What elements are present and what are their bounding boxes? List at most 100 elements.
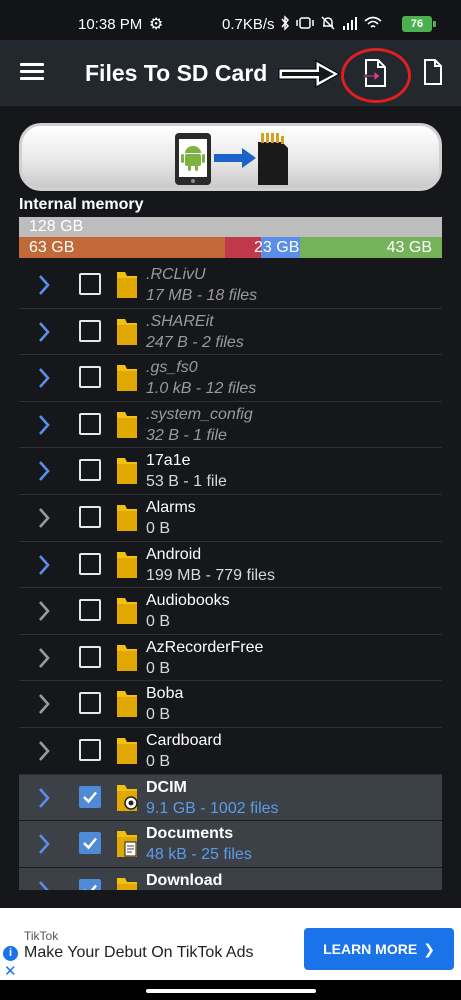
folder-name: Audiobooks bbox=[146, 592, 230, 610]
chevron-right-icon[interactable] bbox=[37, 274, 51, 296]
annotation-arrow-icon bbox=[278, 60, 341, 88]
folder-row[interactable]: AzRecorderFree 0 B bbox=[19, 635, 442, 682]
folder-row[interactable]: .system_config 32 B - 1 file bbox=[19, 402, 442, 449]
folder-name: .gs_fs0 bbox=[146, 359, 198, 377]
folder-meta: 0 B bbox=[146, 613, 171, 631]
memory-total-bar: 128 GB bbox=[19, 217, 442, 237]
folder-name: DCIM bbox=[146, 778, 187, 796]
chevron-right-icon[interactable] bbox=[37, 647, 51, 669]
select-checkbox[interactable] bbox=[79, 366, 101, 389]
chevron-right-icon[interactable] bbox=[37, 600, 51, 622]
folder-icon bbox=[117, 458, 137, 485]
folder-icon bbox=[117, 318, 137, 345]
folder-meta: 48 kB - 25 files bbox=[146, 846, 252, 864]
chevron-right-icon[interactable] bbox=[37, 507, 51, 529]
check-icon bbox=[83, 837, 97, 850]
chevron-right-icon[interactable] bbox=[37, 787, 51, 809]
folder-name: Cardboard bbox=[146, 731, 222, 749]
folder-name: Alarms bbox=[146, 498, 196, 516]
folder-row[interactable]: Boba 0 B bbox=[19, 681, 442, 728]
phone-to-sd-icon bbox=[175, 133, 288, 185]
chevron-right-icon[interactable] bbox=[37, 740, 51, 762]
select-checkbox[interactable] bbox=[79, 319, 101, 342]
folder-icon bbox=[117, 551, 137, 578]
folder-icon bbox=[117, 504, 137, 531]
folder-icon bbox=[117, 644, 137, 671]
folder-name: AzRecorderFree bbox=[146, 638, 264, 656]
memory-segment-other-label: 23 GB bbox=[254, 239, 300, 256]
chevron-right-icon[interactable] bbox=[37, 367, 51, 389]
folder-meta: 32 B - 1 file bbox=[146, 426, 227, 444]
select-checkbox[interactable] bbox=[79, 552, 101, 575]
ad-title[interactable]: Make Your Debut On TikTok Ads bbox=[24, 944, 253, 962]
select-checkbox[interactable] bbox=[79, 785, 101, 808]
select-checkbox[interactable] bbox=[79, 412, 101, 435]
select-checkbox[interactable] bbox=[79, 505, 101, 528]
folder-row[interactable]: Documents 48 kB - 25 files bbox=[19, 821, 442, 868]
folder-meta: 53 B - 1 file bbox=[146, 473, 227, 491]
chevron-right-icon[interactable] bbox=[37, 554, 51, 576]
chevron-right-icon[interactable] bbox=[37, 414, 51, 436]
home-gesture-bar[interactable] bbox=[146, 989, 316, 993]
folder-icon bbox=[117, 831, 137, 858]
folder-row[interactable]: Download bbox=[19, 867, 442, 890]
folder-icon bbox=[117, 411, 137, 438]
ad-close-icon[interactable]: ✕ bbox=[4, 962, 17, 980]
select-checkbox[interactable] bbox=[79, 459, 101, 482]
select-checkbox[interactable] bbox=[79, 599, 101, 622]
folder-icon bbox=[117, 365, 137, 392]
chevron-right-icon: ❯ bbox=[423, 941, 435, 957]
folder-row[interactable]: DCIM 9.1 GB - 1002 files bbox=[19, 774, 442, 822]
move-to-sd-icon[interactable] bbox=[362, 58, 388, 88]
folder-icon bbox=[117, 737, 137, 764]
folder-row[interactable]: Alarms 0 B bbox=[19, 495, 442, 542]
check-icon bbox=[83, 791, 97, 803]
folder-row[interactable]: Android 199 MB - 779 files bbox=[19, 542, 442, 589]
settings-icon: ⚙ bbox=[149, 16, 164, 33]
select-checkbox[interactable] bbox=[79, 738, 101, 761]
memory-segment-free: 43 GB bbox=[300, 237, 442, 258]
folder-meta: 0 B bbox=[146, 706, 171, 724]
menu-icon[interactable] bbox=[20, 63, 44, 81]
folder-icon bbox=[117, 272, 137, 298]
learn-more-button[interactable]: LEARN MORE ❯ bbox=[304, 928, 454, 970]
file-icon[interactable] bbox=[423, 58, 443, 86]
transfer-banner-button[interactable] bbox=[19, 123, 442, 191]
network-speed: 0.7KB/s bbox=[222, 16, 275, 33]
learn-more-label: LEARN MORE bbox=[323, 941, 418, 957]
status-bar: 10:38 PM ⚙ 0.7KB/s 76 bbox=[0, 0, 461, 40]
folder-meta: 1.0 kB - 12 files bbox=[146, 380, 257, 398]
nav-bar bbox=[0, 980, 461, 1000]
chevron-right-icon[interactable] bbox=[37, 693, 51, 715]
select-checkbox[interactable] bbox=[79, 273, 101, 295]
chevron-right-icon[interactable] bbox=[37, 321, 51, 343]
folder-row[interactable]: .RCLivU 17 MB - 18 files bbox=[19, 262, 442, 309]
ad-info-icon[interactable]: i bbox=[3, 946, 18, 961]
internal-memory-label: Internal memory bbox=[19, 196, 144, 213]
ad-banner[interactable]: TikTok i Make Your Debut On TikTok Ads ✕… bbox=[0, 908, 461, 980]
folder-meta: 0 B bbox=[146, 519, 171, 537]
ad-brand: TikTok bbox=[24, 929, 59, 943]
select-checkbox[interactable] bbox=[79, 692, 101, 715]
folder-list[interactable]: .RCLivU 17 MB - 18 files .SHAREit 247 B - 2… bbox=[19, 262, 442, 890]
folder-meta: 0 B bbox=[146, 752, 171, 770]
folder-row[interactable]: .gs_fs0 1.0 kB - 12 files bbox=[19, 355, 442, 402]
folder-row[interactable]: Cardboard 0 B bbox=[19, 728, 442, 775]
folder-name: Documents bbox=[146, 825, 234, 843]
select-checkbox[interactable] bbox=[79, 878, 101, 890]
folder-row[interactable]: .SHAREit 247 B - 2 files bbox=[19, 309, 442, 356]
chevron-right-icon[interactable] bbox=[37, 833, 51, 855]
status-time: 10:38 PM bbox=[78, 16, 143, 33]
chevron-right-icon[interactable] bbox=[37, 460, 51, 482]
select-checkbox[interactable] bbox=[79, 645, 101, 668]
select-checkbox[interactable] bbox=[79, 832, 101, 855]
folder-name: Download bbox=[146, 871, 223, 889]
folder-name: .SHAREit bbox=[146, 312, 214, 330]
chevron-right-icon[interactable] bbox=[37, 880, 51, 890]
memory-usage-bar: 63 GB 43 GB 23 GB bbox=[19, 237, 442, 258]
bluetooth-icon bbox=[281, 15, 290, 32]
folder-meta: 247 B - 2 files bbox=[146, 333, 244, 351]
folder-row[interactable]: 17a1e 53 B - 1 file bbox=[19, 448, 442, 495]
folder-row[interactable]: Audiobooks 0 B bbox=[19, 588, 442, 635]
folder-name: .system_config bbox=[146, 405, 253, 423]
